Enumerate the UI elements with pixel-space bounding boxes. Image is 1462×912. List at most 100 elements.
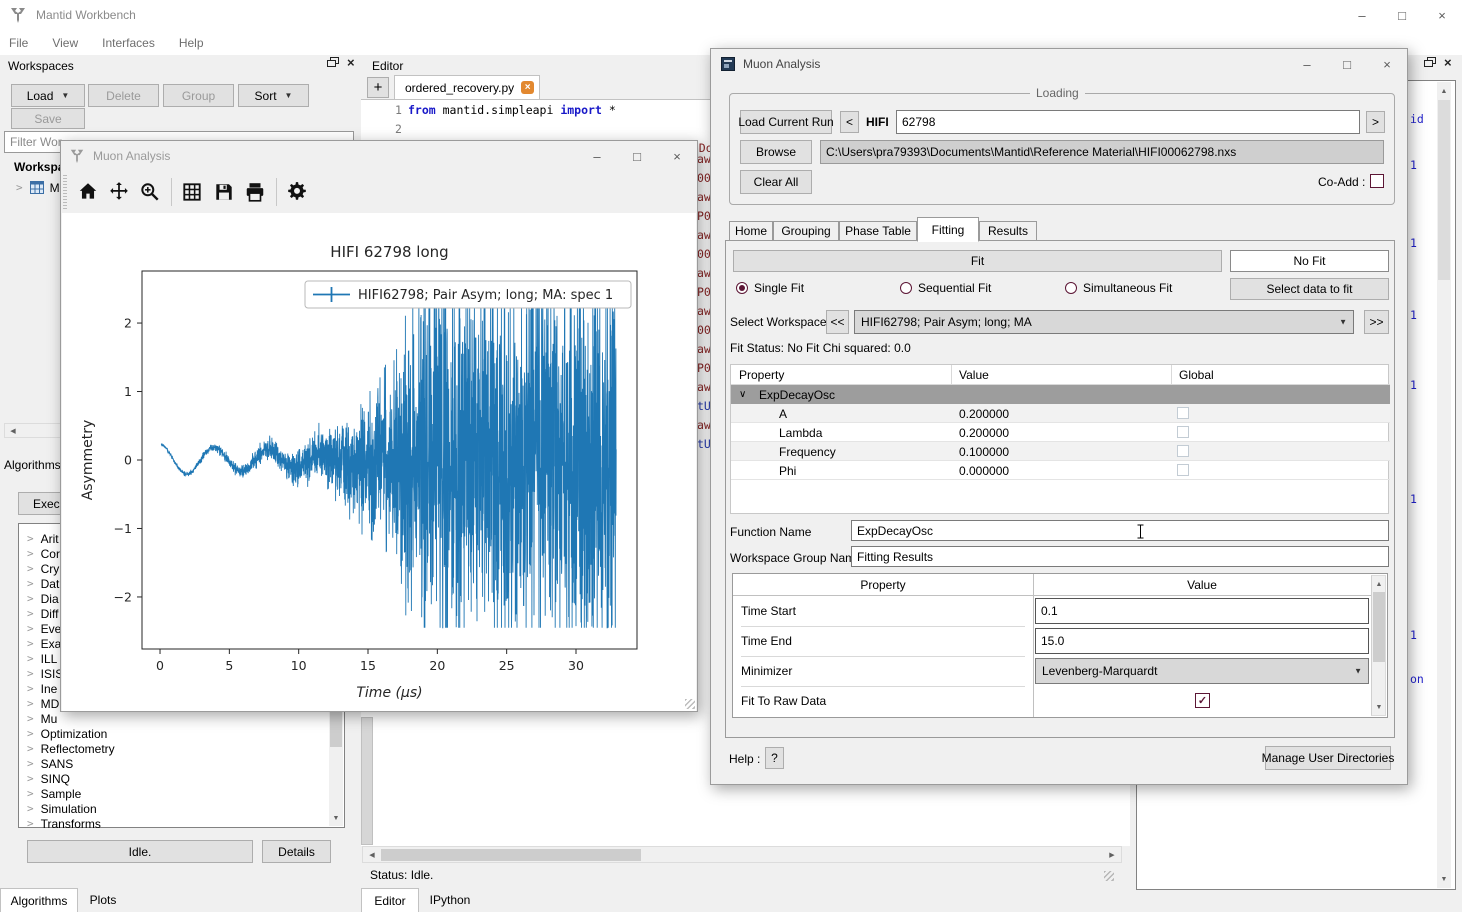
float-icon[interactable]: [1424, 57, 1436, 68]
close-tab-icon[interactable]: ×: [521, 81, 534, 94]
home-icon[interactable]: [77, 181, 99, 203]
dialog-titlebar[interactable]: Muon Analysis – □ ×: [711, 49, 1407, 79]
global-checkbox[interactable]: [1177, 445, 1189, 457]
muon-asymmetry-plot[interactable]: 051015202530−2−1012HIFI 62798 longTime (…: [62, 213, 696, 711]
load-button[interactable]: Load▼: [11, 84, 85, 107]
parameter-row[interactable]: Phi 0.000000: [731, 461, 1390, 480]
maximize-button[interactable]: □: [617, 142, 657, 171]
tab-ipython[interactable]: IPython: [419, 888, 481, 912]
scroll-down-icon[interactable]: ▼: [1373, 701, 1385, 713]
minimize-button[interactable]: –: [1287, 50, 1327, 79]
algorithm-category[interactable]: >Dat: [27, 576, 59, 591]
file-path-field[interactable]: C:\Users\pra79393\Documents\Mantid\Refer…: [820, 140, 1384, 164]
main-titlebar[interactable]: Mantid Workbench – □ ×: [0, 0, 1462, 30]
close-dock-icon[interactable]: ×: [1444, 58, 1452, 68]
resize-grip[interactable]: [1104, 871, 1114, 881]
workspace-group-name-input[interactable]: Fitting Results: [851, 546, 1389, 567]
close-button[interactable]: ×: [1422, 1, 1462, 30]
scroll-down-icon[interactable]: ▼: [1438, 873, 1450, 885]
maximize-button[interactable]: □: [1382, 1, 1422, 30]
plot-window[interactable]: Muon Analysis – □ × 051015202530−2−1012H…: [60, 140, 698, 712]
tab-grouping[interactable]: Grouping: [773, 221, 839, 241]
fit-settings-table[interactable]: Property Value Time Start 0.1 Time End 1…: [732, 573, 1388, 718]
close-dock-icon[interactable]: ×: [347, 58, 355, 68]
time-start-input[interactable]: 0.1: [1035, 598, 1369, 624]
select-data-to-fit-button[interactable]: Select data to fit: [1230, 278, 1389, 300]
algorithm-category[interactable]: >ISIS: [27, 666, 63, 681]
algorithm-category[interactable]: >SINQ: [27, 771, 70, 786]
editor-tab[interactable]: ordered_recovery.py ×: [394, 75, 540, 99]
algorithm-category[interactable]: >Dia: [27, 591, 59, 606]
parameter-value[interactable]: 0.000000: [959, 461, 1009, 480]
editor-hscrollbar[interactable]: ◀ ▶: [362, 846, 1122, 863]
function-name-input[interactable]: ExpDecayOsc: [851, 520, 1389, 541]
muon-analysis-dialog[interactable]: Muon Analysis – □ × Loading Load Current…: [710, 48, 1408, 785]
algorithm-category[interactable]: >Simulation: [27, 801, 97, 816]
algorithm-category[interactable]: >Reflectometry: [27, 741, 115, 756]
sort-button[interactable]: Sort▼: [238, 84, 309, 107]
scroll-up-icon[interactable]: ▲: [1373, 578, 1385, 590]
tab-results[interactable]: Results: [979, 221, 1037, 241]
load-current-run-button[interactable]: Load Current Run: [740, 110, 832, 134]
tab-algorithms[interactable]: Algorithms: [0, 888, 78, 912]
tab-editor[interactable]: Editor: [361, 888, 419, 912]
tab-plots[interactable]: Plots: [78, 888, 128, 912]
workspace-tree-item[interactable]: > M: [16, 180, 60, 195]
global-checkbox[interactable]: [1177, 407, 1189, 419]
new-script-button[interactable]: +: [367, 77, 389, 98]
next-run-button[interactable]: >: [1366, 111, 1385, 133]
splitter-handle[interactable]: [361, 717, 373, 845]
save-icon[interactable]: [213, 181, 235, 203]
details-button[interactable]: Details: [262, 840, 331, 863]
global-checkbox[interactable]: [1177, 426, 1189, 438]
minimize-button[interactable]: –: [1342, 1, 1382, 30]
parameter-row[interactable]: Lambda 0.200000: [731, 423, 1390, 442]
parameter-value[interactable]: 0.200000: [959, 404, 1009, 423]
expand-chevron-icon[interactable]: >: [16, 181, 23, 194]
algorithm-category[interactable]: >Eve: [27, 621, 61, 636]
algorithm-category[interactable]: >Optimization: [27, 726, 107, 741]
tab-phase-table[interactable]: Phase Table: [839, 221, 917, 241]
group-button[interactable]: Group: [163, 84, 234, 107]
settings-vscrollbar[interactable]: ▲ ▼: [1371, 575, 1386, 716]
time-end-input[interactable]: 15.0: [1035, 628, 1369, 654]
workspace-next-button[interactable]: >>: [1364, 310, 1389, 334]
delete-button[interactable]: Delete: [88, 84, 159, 107]
algorithm-category[interactable]: >Sample: [27, 786, 81, 801]
messages-vscrollbar[interactable]: ▲ ▼: [1437, 82, 1451, 888]
algorithm-category[interactable]: >Exa: [27, 636, 61, 651]
collapse-chevron-icon[interactable]: ∨: [739, 385, 746, 404]
scroll-up-icon[interactable]: ▲: [1438, 85, 1450, 97]
fit-function-table[interactable]: Property Value Global ∨ ExpDecayOsc A 0.…: [730, 364, 1389, 514]
simultaneous-fit-radio[interactable]: [1065, 282, 1077, 294]
single-fit-radio[interactable]: [736, 282, 748, 294]
toolbar-drag-handle[interactable]: [63, 175, 67, 209]
float-icon[interactable]: [327, 57, 339, 68]
clear-all-button[interactable]: Clear All: [740, 170, 812, 194]
fit-button[interactable]: Fit: [733, 250, 1222, 272]
menu-view[interactable]: View: [52, 36, 78, 50]
gear-icon[interactable]: [286, 181, 308, 203]
minimize-button[interactable]: –: [577, 142, 617, 171]
algorithm-category[interactable]: >Diff: [27, 606, 58, 621]
algorithm-category[interactable]: >Mu: [27, 711, 57, 726]
algorithm-category[interactable]: >MD: [27, 696, 59, 711]
scroll-down-icon[interactable]: ▼: [330, 812, 342, 824]
plot-window-titlebar[interactable]: Muon Analysis – □ ×: [61, 141, 697, 171]
close-button[interactable]: ×: [1367, 50, 1407, 79]
co-add-checkbox[interactable]: [1370, 174, 1384, 188]
fit-to-raw-data-checkbox[interactable]: ✓: [1195, 693, 1210, 708]
menu-file[interactable]: File: [9, 36, 28, 50]
tab-home[interactable]: Home: [729, 221, 773, 241]
pan-icon[interactable]: [108, 181, 130, 203]
plot-window-resize-grip[interactable]: [685, 699, 695, 709]
previous-run-button[interactable]: <: [840, 111, 859, 133]
tab-fitting[interactable]: Fitting: [917, 217, 979, 242]
maximize-button[interactable]: □: [1327, 50, 1367, 79]
algorithm-category[interactable]: >Cor: [27, 546, 60, 561]
global-checkbox[interactable]: [1177, 464, 1189, 476]
grid-subplots-icon[interactable]: [181, 181, 203, 203]
parameter-row[interactable]: Frequency 0.100000: [731, 442, 1390, 461]
parameter-row[interactable]: A 0.200000: [731, 404, 1390, 423]
algorithm-category[interactable]: >Cry: [27, 561, 59, 576]
